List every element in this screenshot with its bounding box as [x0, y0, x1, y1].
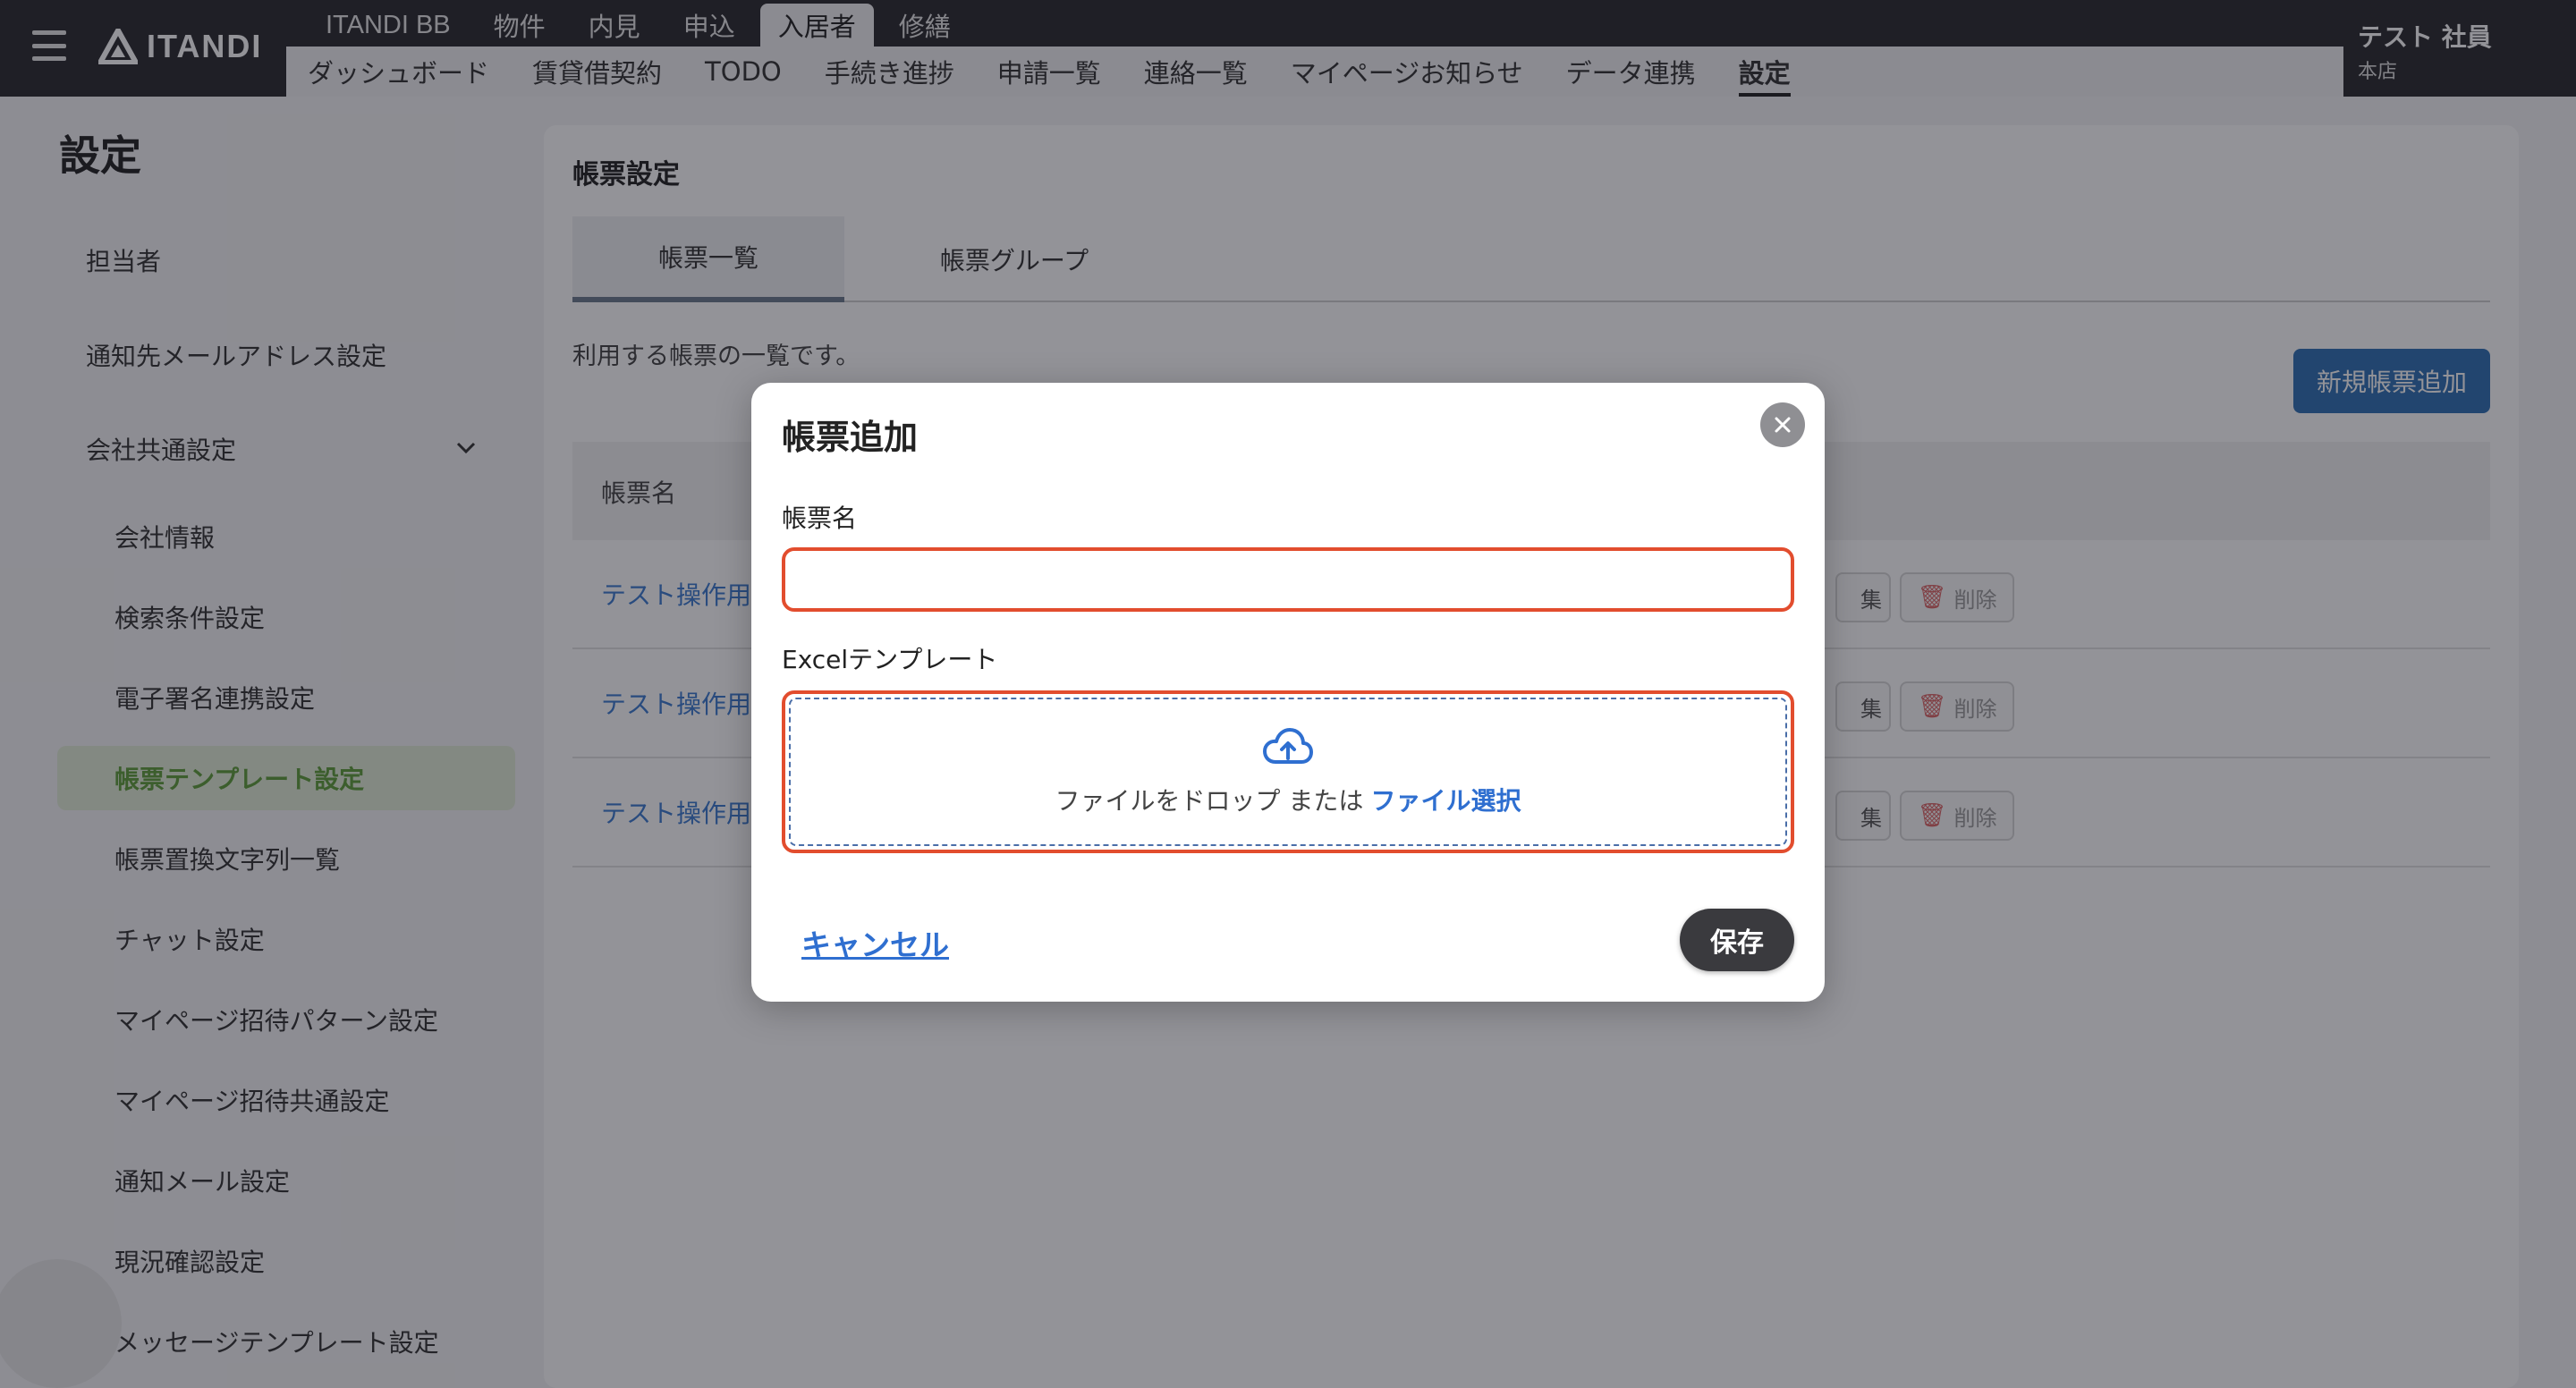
- form-name-input[interactable]: [782, 547, 1794, 612]
- cancel-button[interactable]: キャンセル: [801, 921, 949, 964]
- save-button[interactable]: 保存: [1680, 909, 1794, 971]
- page: ITANDI ITANDI BB 物件 内見 申込 入居者 修繕 ダッシュボード…: [0, 0, 2576, 1388]
- close-button[interactable]: [1760, 402, 1805, 447]
- close-icon: [1775, 417, 1791, 433]
- add-form-dialog: 帳票追加 帳票名 Excelテンプレート ファイルをドロップ または ファイル選択: [751, 383, 1825, 1002]
- file-dropzone[interactable]: ファイルをドロップ または ファイル選択: [782, 690, 1794, 853]
- cloud-upload-icon: [1263, 728, 1313, 764]
- form-name-label: 帳票名: [782, 504, 858, 533]
- file-dropzone-inner: ファイルをドロップ または ファイル選択: [789, 698, 1787, 846]
- file-select-link[interactable]: ファイル選択: [1370, 786, 1521, 816]
- dialog-title: 帳票追加: [782, 418, 919, 457]
- excel-template-label: Excelテンプレート: [782, 645, 998, 674]
- dropzone-text: ファイルをドロップ または ファイル選択: [1055, 782, 1521, 817]
- drop-instruction: ファイルをドロップ または: [1055, 786, 1364, 816]
